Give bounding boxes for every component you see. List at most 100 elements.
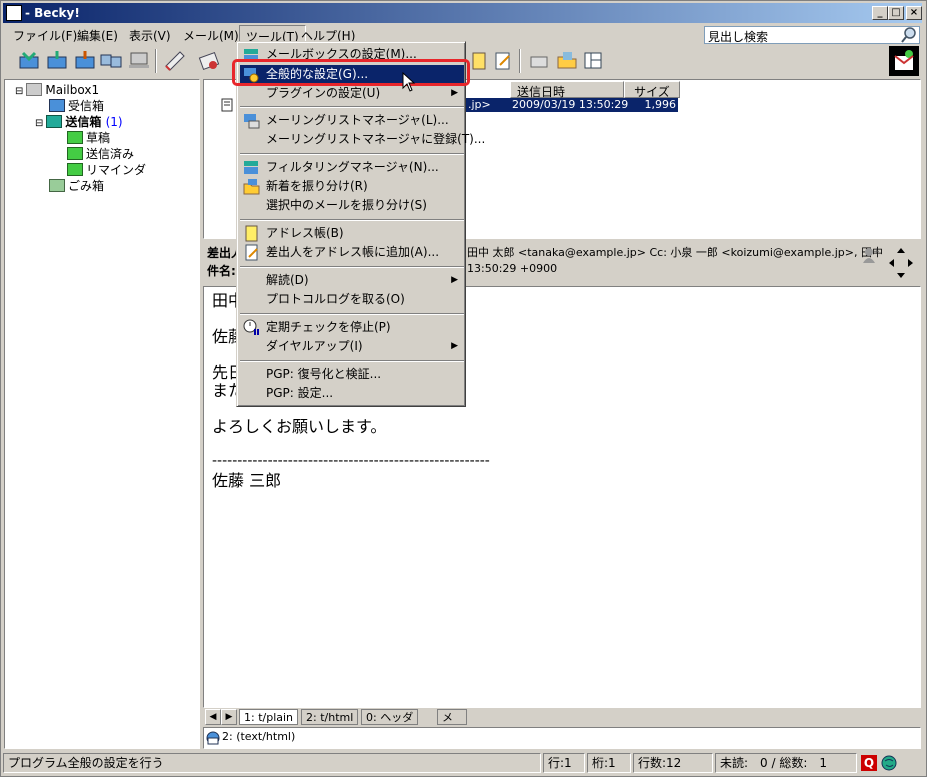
tree-item-drafts[interactable]: 草稿 xyxy=(67,130,110,146)
menu-mail[interactable]: メール(M) xyxy=(177,25,245,43)
sort-folder-icon xyxy=(243,178,260,195)
signature-divider: ----------------------------------------… xyxy=(212,453,490,469)
collapse-toggle-icon[interactable]: ⊟ xyxy=(35,118,43,129)
status-column: 桁:1 xyxy=(587,753,631,773)
add-contact-icon[interactable]: + xyxy=(861,246,881,264)
computer-icon[interactable] xyxy=(127,49,151,71)
menu-item-pgp-settings[interactable]: PGP: 設定... xyxy=(240,384,464,403)
archive-icon[interactable] xyxy=(527,49,551,71)
outbox-icon xyxy=(46,115,63,128)
mouse-cursor-icon xyxy=(402,71,416,92)
menu-item-filtering-manager[interactable]: フィルタリングマネージャ(N)... xyxy=(240,158,464,177)
maximize-button[interactable]: □ xyxy=(888,6,904,20)
tab-text-html[interactable]: 2: t/html xyxy=(301,709,359,725)
status-bar: プログラム全般の設定を行う 行:1 桁:1 行数:12 未読: 0 / 総数: … xyxy=(3,753,922,773)
tab-header[interactable]: 0: ヘッダ xyxy=(361,709,419,725)
status-line-count: 行数:12 xyxy=(633,753,713,773)
menu-item-add-sender-to-address-book[interactable]: 差出人をアドレス帳に追加(A)... xyxy=(240,243,464,262)
subject-label: 件名: xyxy=(207,264,236,278)
header-search-input[interactable]: 見出し検索 xyxy=(704,26,920,44)
new-mail-indicator-icon[interactable] xyxy=(889,46,919,76)
tree-item-trash[interactable]: ごみ箱 xyxy=(49,178,104,194)
mailing-list-icon xyxy=(243,112,260,129)
message-icon xyxy=(218,98,234,112)
navigation-arrows-icon[interactable] xyxy=(887,246,915,280)
tab-memo[interactable]: メモ xyxy=(437,709,467,740)
folder-open-icon[interactable] xyxy=(555,49,579,71)
menu-item-pgp-decrypt-verify[interactable]: PGP: 復号化と検証... xyxy=(240,365,464,384)
part-tabs: ◀ ▶ 1: t/plain 2: t/html 0: ヘッダ メモ xyxy=(203,708,921,740)
column-header-size[interactable]: サイズ xyxy=(624,81,680,99)
menu-item-protocol-log[interactable]: プロトコルログを取る(O) xyxy=(240,290,464,309)
menu-item-plugin-settings[interactable]: プラグインの設定(U) ▶ xyxy=(240,84,464,103)
online-globe-icon[interactable] xyxy=(881,755,897,771)
check-mail-icon[interactable] xyxy=(17,49,41,71)
date-value: 13:50:29 +0900 xyxy=(467,262,558,275)
tab-text-plain[interactable]: 1: t/plain xyxy=(239,709,299,725)
reminder-icon xyxy=(67,163,83,176)
menu-separator xyxy=(240,219,464,221)
tree-item-outbox[interactable]: ⊟ 送信箱 (1) xyxy=(35,114,123,130)
layout-icon[interactable] xyxy=(581,49,605,71)
edit-note-icon[interactable] xyxy=(491,49,515,71)
submenu-arrow-icon: ▶ xyxy=(451,88,458,98)
toolbar-separator xyxy=(155,49,157,73)
menu-item-register-mailing-list[interactable]: メーリングリストマネージャに登録(T)... xyxy=(240,130,485,149)
html-part-icon[interactable] xyxy=(206,731,220,745)
receive-icon[interactable] xyxy=(45,49,69,71)
menu-item-sort-selected-mail[interactable]: 選択中のメールを振り分け(S) xyxy=(240,196,464,215)
collapse-toggle-icon[interactable]: ⊟ xyxy=(15,86,23,97)
menu-separator xyxy=(240,106,464,108)
highlight-annotation xyxy=(232,59,470,86)
menu-separator xyxy=(240,266,464,268)
status-row: 行:1 xyxy=(543,753,585,773)
table-row[interactable]: .jp> 2009/03/19 13:50:29 1,996 xyxy=(466,98,678,112)
tree-item-inbox[interactable]: 受信箱 xyxy=(49,98,104,114)
menu-item-sort-new-mail[interactable]: 新着を振り分け(R) xyxy=(240,177,464,196)
menu-item-stop-periodic-check[interactable]: 定期チェックを停止(P) xyxy=(240,318,464,337)
attachment-bar: 2: (text/html) xyxy=(203,727,921,749)
address-book-icon xyxy=(243,225,260,242)
sent-icon xyxy=(67,147,83,160)
computer-icon xyxy=(26,83,43,96)
send-receive-icon[interactable] xyxy=(99,49,123,71)
menu-separator xyxy=(240,313,464,315)
menu-separator xyxy=(240,153,464,155)
filter-icon xyxy=(243,159,260,176)
menu-item-mailing-list-manager[interactable]: メーリングリストマネージャ(L)... xyxy=(240,111,464,130)
from-value: 田中 太郎 <tanaka@example.jp> Cc: 小泉 一郎 <koi… xyxy=(467,246,884,259)
inbox-icon xyxy=(49,99,65,112)
toolbar-separator xyxy=(519,49,521,73)
add-to-address-book-icon xyxy=(243,244,260,261)
folder-tree: ⊟ Mailbox1 受信箱 ⊟ 送信箱 (1) 草稿 送信済み リマインダ ごみ箱 xyxy=(4,79,200,749)
drafts-icon xyxy=(67,131,83,144)
compose-icon[interactable] xyxy=(163,49,187,71)
menu-item-decode[interactable]: 解読(D) ▶ xyxy=(240,271,464,290)
menu-view[interactable]: 表示(V) xyxy=(123,25,177,43)
tools-menu-dropdown: メールボックスの設定(M)... 全般的な設定(G)... プラグインの設定(U… xyxy=(236,41,485,407)
quick-search-icon[interactable]: Q xyxy=(861,755,877,771)
status-message: プログラム全般の設定を行う xyxy=(3,753,541,773)
clock-pause-icon xyxy=(243,319,260,336)
app-icon xyxy=(6,5,22,21)
column-header-date[interactable]: 送信日時 xyxy=(510,81,624,99)
tab-scroll-right-icon[interactable]: ▶ xyxy=(221,709,237,725)
trash-icon xyxy=(49,179,65,192)
send-icon[interactable] xyxy=(73,49,97,71)
memo-icon[interactable] xyxy=(467,49,491,71)
tree-item-mailbox[interactable]: ⊟ Mailbox1 xyxy=(15,82,99,98)
menu-edit[interactable]: 編集(E) xyxy=(71,25,124,43)
reply-icon[interactable] xyxy=(197,49,221,71)
menu-item-dialup[interactable]: ダイヤルアップ(I) ▶ xyxy=(240,337,464,356)
tree-item-sent[interactable]: 送信済み xyxy=(67,146,134,162)
minimize-button[interactable]: _ xyxy=(872,6,888,20)
window-title: - Becky! xyxy=(25,6,80,20)
title-bar[interactable]: - Becky! _ □ × xyxy=(3,3,922,23)
close-button[interactable]: × xyxy=(906,6,922,20)
attachment-label[interactable]: 2: (text/html) xyxy=(222,730,295,743)
body-line: よろしくお願いします。 xyxy=(212,417,387,436)
tree-item-reminder[interactable]: リマインダ xyxy=(67,162,146,178)
menu-item-address-book[interactable]: アドレス帳(B) xyxy=(240,224,464,243)
search-icon[interactable] xyxy=(900,26,918,44)
tab-scroll-left-icon[interactable]: ◀ xyxy=(205,709,221,725)
